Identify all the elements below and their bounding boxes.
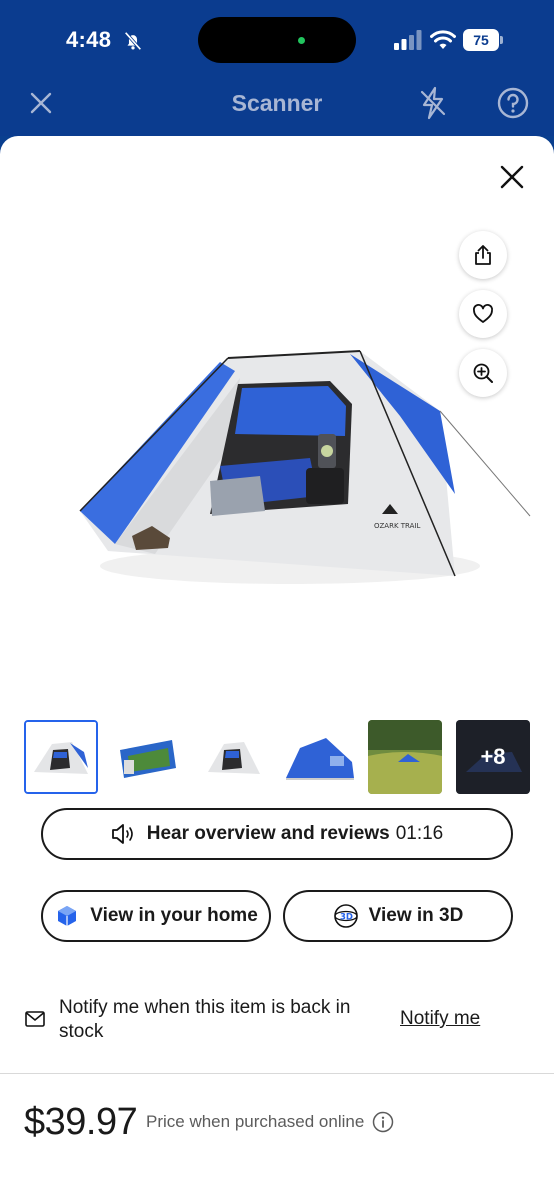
cell-signal-icon	[394, 30, 422, 50]
thumbnail-3[interactable]	[196, 720, 270, 794]
speaker-icon	[111, 824, 133, 844]
close-icon[interactable]	[499, 164, 525, 190]
thumbnail-5[interactable]	[368, 720, 442, 794]
envelope-icon	[25, 1011, 45, 1027]
ar-cube-icon	[58, 906, 77, 926]
flash-off-icon[interactable]	[418, 86, 448, 120]
thumbnail-2[interactable]	[110, 720, 184, 794]
battery-level: 75	[463, 29, 499, 51]
product-sheet: OZARK TRAIL +8 Hear overview and reviews…	[0, 136, 554, 1200]
hear-overview-duration: 01:16	[395, 823, 444, 844]
wifi-icon	[430, 30, 456, 49]
thumbnail-4[interactable]	[282, 720, 356, 794]
hear-overview-label: Hear overview and reviews	[146, 823, 390, 844]
bell-muted-icon	[124, 31, 142, 51]
view-in-3d-button[interactable]: 3D View in 3D	[283, 890, 513, 942]
svg-text:3D: 3D	[340, 913, 353, 923]
hear-overview-button[interactable]: Hear overview and reviews 01:16	[41, 808, 513, 860]
product-image[interactable]: OZARK TRAIL	[60, 326, 540, 596]
help-icon[interactable]	[497, 87, 529, 119]
status-bar: 4:48 75	[0, 0, 554, 80]
more-images-count: +8	[456, 720, 530, 794]
divider	[0, 1073, 554, 1074]
view-in-home-button[interactable]: View in your home	[41, 890, 271, 942]
share-icon	[475, 245, 491, 265]
status-time: 4:48	[66, 27, 112, 52]
tent-brand-logo: OZARK TRAIL	[374, 522, 420, 530]
view-in-home-label: View in your home	[90, 905, 258, 926]
thumbnail-1[interactable]	[24, 720, 98, 794]
thumbnail-more[interactable]: +8	[456, 720, 530, 794]
dynamic-island	[198, 17, 356, 63]
thumbnail-strip: +8	[24, 720, 534, 796]
share-button[interactable]	[459, 231, 507, 279]
3d-icon: 3D	[333, 904, 358, 928]
price-note: Price when purchased online	[146, 1112, 365, 1131]
price: $39.97	[24, 1101, 138, 1143]
scanner-title: Scanner	[231, 90, 323, 116]
notify-message: Notify me when this item is back in stoc…	[59, 997, 351, 1042]
scanner-header: Scanner	[0, 80, 554, 136]
info-icon[interactable]	[372, 1111, 394, 1133]
view-in-3d-label: View in 3D	[368, 905, 464, 926]
heart-icon	[473, 304, 493, 323]
notify-me-link[interactable]: Notify me	[400, 1008, 480, 1030]
battery-indicator: 75	[463, 29, 503, 51]
